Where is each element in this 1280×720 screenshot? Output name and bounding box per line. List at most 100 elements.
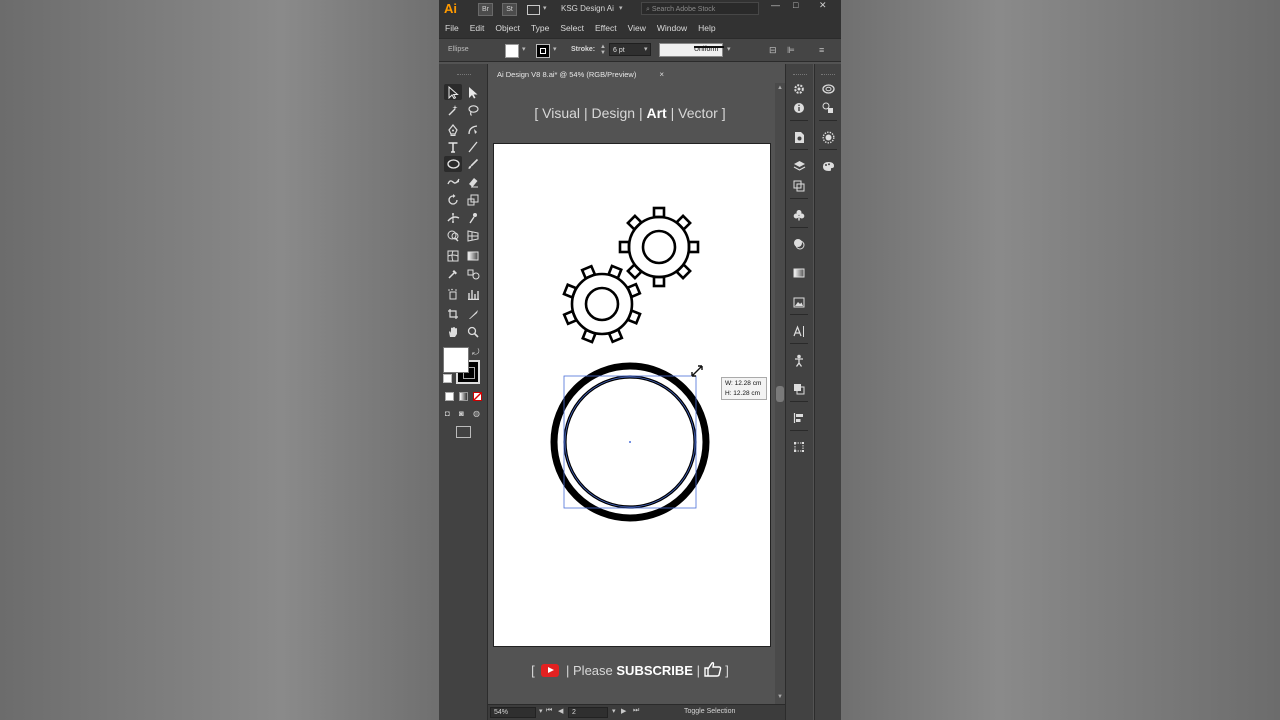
toolbar-grip[interactable] [457, 74, 471, 76]
gear-small-icon[interactable] [562, 264, 642, 344]
gradient-mode-icon[interactable] [459, 392, 468, 401]
panel-dock-grip[interactable] [821, 74, 835, 76]
width-tool[interactable] [444, 210, 462, 226]
canvas[interactable]: [ Visual | Design | Art | Vector ] W: 12… [489, 83, 785, 704]
swap-fill-stroke-icon[interactable]: ⤾ [472, 347, 480, 358]
rotate-tool[interactable] [444, 192, 462, 208]
bridge-button[interactable]: Br [478, 3, 493, 16]
arrange-documents-icon[interactable] [527, 5, 540, 15]
maximize-icon[interactable]: □ [793, 0, 798, 10]
curvature-tool[interactable] [464, 122, 482, 138]
shaper-tool[interactable] [444, 174, 462, 190]
variable-width-profile[interactable]: Uniform [659, 43, 724, 57]
pathfinder-icon[interactable] [791, 381, 807, 397]
paintbrush-tool[interactable] [464, 156, 482, 172]
mesh-tool[interactable] [444, 248, 462, 264]
scroll-down-icon[interactable]: ▼ [777, 694, 783, 700]
stroke-weight-dropdown-icon[interactable]: ▾ [644, 45, 648, 53]
arrange-documents-chevron-icon[interactable]: ▾ [543, 4, 547, 12]
eyedropper-tool[interactable] [444, 266, 462, 282]
profile-dropdown-icon[interactable]: ▾ [727, 45, 731, 53]
menu-select[interactable]: Select [560, 23, 584, 33]
minimize-icon[interactable]: — [771, 0, 780, 10]
menu-effect[interactable]: Effect [595, 23, 617, 33]
workspace-chevron-icon[interactable]: ▾ [619, 4, 623, 12]
fill-color-swatch[interactable] [505, 44, 519, 58]
zoom-tool[interactable] [464, 324, 482, 340]
menu-help[interactable]: Help [698, 23, 715, 33]
fill-dropdown-icon[interactable]: ▾ [522, 45, 526, 53]
pen-tool[interactable] [444, 122, 462, 138]
perspective-grid-tool[interactable] [464, 228, 482, 244]
artboards-icon[interactable] [791, 178, 807, 194]
puppet-figure-icon[interactable] [791, 352, 807, 368]
character-icon[interactable] [791, 323, 807, 339]
stroke-dropdown-icon[interactable]: ▾ [553, 45, 557, 53]
hand-tool[interactable] [444, 324, 462, 340]
color-mode-icon[interactable] [445, 392, 454, 401]
symbol-sprayer-tool[interactable] [444, 286, 462, 302]
align-icon[interactable]: ⊟ [769, 45, 777, 56]
appearance-icon[interactable] [791, 236, 807, 252]
draw-inside-icon[interactable]: ◍ [473, 409, 480, 418]
blend-tool[interactable] [464, 266, 482, 282]
artboard-dropdown-icon[interactable]: ▾ [612, 707, 616, 715]
distribute-icon[interactable]: ⊫ [787, 45, 795, 56]
transform-icon[interactable] [791, 439, 807, 455]
symbols-club-icon[interactable] [791, 207, 807, 223]
close-tab-icon[interactable]: × [659, 66, 664, 83]
none-mode-icon[interactable] [473, 392, 482, 401]
menu-window[interactable]: Window [657, 23, 687, 33]
direct-selection-tool[interactable] [464, 84, 482, 100]
gear-large-icon[interactable] [618, 206, 700, 288]
puppet-warp-tool[interactable] [464, 210, 482, 226]
eraser-tool[interactable] [464, 174, 482, 190]
lasso-tool[interactable] [464, 102, 482, 118]
scroll-up-icon[interactable]: ▲ [777, 85, 783, 91]
panel-menu-icon[interactable]: ≡ [819, 45, 824, 55]
ellipse-tool[interactable] [444, 156, 462, 172]
line-segment-tool[interactable] [464, 139, 482, 155]
stock-button[interactable]: St [502, 3, 517, 16]
image-trace-icon[interactable] [791, 294, 807, 310]
document-tab[interactable]: Ai Design V8 8.ai* @ 54% (RGB/Preview) × [492, 66, 668, 83]
gradient-panel-icon[interactable] [791, 265, 807, 281]
layers-icon[interactable] [791, 158, 807, 174]
fill-color-box[interactable] [443, 347, 469, 373]
selection-tool[interactable] [444, 84, 462, 100]
draw-behind-icon[interactable]: ◙ [459, 409, 464, 418]
stroke-color-swatch[interactable] [536, 44, 550, 58]
properties-gear-icon[interactable] [791, 81, 807, 97]
brushes-sun-icon[interactable] [820, 129, 836, 145]
artboard-number-select[interactable]: 2 [568, 707, 608, 718]
stock-search-input[interactable]: ⌕ Search Adobe Stock [641, 2, 759, 15]
first-artboard-icon[interactable]: ⏮ [546, 707, 552, 715]
shape-builder-tool[interactable] [444, 228, 462, 244]
document-info-icon[interactable] [791, 129, 807, 145]
gradient-tool[interactable] [464, 248, 482, 264]
screen-mode-icon[interactable] [456, 426, 471, 438]
magic-wand-tool[interactable] [444, 102, 462, 118]
color-guide-icon[interactable] [820, 100, 836, 116]
align-panel-icon[interactable] [791, 410, 807, 426]
menu-view[interactable]: View [628, 23, 646, 33]
close-window-icon[interactable]: ✕ [819, 0, 827, 11]
menu-file[interactable]: File [445, 23, 459, 33]
menu-edit[interactable]: Edit [470, 23, 485, 33]
default-fill-stroke-icon[interactable] [443, 374, 452, 383]
zoom-level-select[interactable]: 54% [490, 707, 536, 718]
workspace-switcher[interactable]: KSG Design Ai [561, 4, 614, 13]
panel-dock-grip[interactable] [793, 74, 807, 76]
menu-object[interactable]: Object [495, 23, 520, 33]
stroke-label[interactable]: Stroke: [571, 46, 595, 53]
slice-tool[interactable] [464, 306, 482, 322]
zoom-dropdown-icon[interactable]: ▾ [539, 707, 543, 715]
creative-cloud-libraries-icon[interactable] [820, 81, 836, 97]
vertical-scrollbar[interactable]: ▲ ▼ [775, 83, 785, 704]
scroll-thumb[interactable] [776, 386, 784, 402]
swatches-palette-icon[interactable] [820, 158, 836, 174]
artboard-tool[interactable] [444, 306, 462, 322]
stroke-stepper-icon[interactable]: ▲ ▼ [600, 44, 606, 56]
column-graph-tool[interactable] [464, 286, 482, 302]
last-artboard-icon[interactable]: ⏭ [633, 707, 639, 715]
